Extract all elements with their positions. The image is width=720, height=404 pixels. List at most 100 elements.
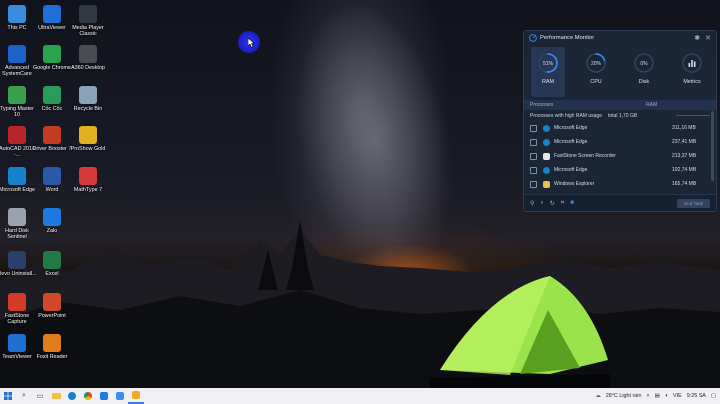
faststone-taskbar-icon[interactable] (128, 388, 144, 404)
desktop-icon-label: Cốc Cốc (41, 106, 63, 112)
desktop-icon-label: UltraViewer (38, 25, 66, 31)
revo-icon (8, 251, 26, 269)
metrics-bars-icon (682, 53, 702, 73)
pm-header: Performance Monitor ✱ ✕ (524, 31, 716, 44)
proshow-icon (79, 126, 97, 144)
chrome-taskbar-icon[interactable] (80, 388, 96, 404)
performance-monitor-window[interactable]: Performance Monitor ✱ ✕ 51% RAM 20% CPU (523, 30, 717, 212)
language-indicator[interactable]: VIE (673, 393, 682, 399)
disk-gauge: 0% (634, 53, 654, 73)
camera-icon[interactable]: ■ (570, 200, 574, 206)
performance-monitor-taskbar-icon[interactable] (112, 388, 128, 404)
ultraviewer-icon (43, 5, 61, 23)
driver-booster-icon (43, 126, 61, 144)
desktop-icon-label: PowerPoint (38, 313, 66, 319)
process-checkbox[interactable] (530, 180, 537, 188)
desktop-icon-coccoc[interactable]: Cốc Cốc (32, 86, 72, 112)
desktop-icon-zalo[interactable]: Zalo (32, 208, 72, 234)
desktop-icon-mathtype[interactable]: MathType 7 (68, 167, 108, 193)
process-checkbox[interactable] (530, 124, 537, 132)
notification-icon[interactable]: ▢ (711, 393, 716, 399)
process-row[interactable]: Microsoft Edge 311,16 MB (524, 121, 716, 135)
powerpoint-icon (43, 293, 61, 311)
cpu-value: 20% (591, 61, 602, 67)
ram-column[interactable]: RAM (646, 102, 710, 108)
desktop-icon-word[interactable]: Word (32, 167, 72, 193)
desktop-icon-label: Media Player Classic (72, 25, 104, 38)
desktop-icon-proshow[interactable]: ProShow Gold (68, 126, 108, 152)
desktop-icon-foxit[interactable]: Foxit Reader (32, 334, 72, 360)
close-icon[interactable]: ✕ (705, 34, 711, 42)
tab-metrics[interactable]: Metrics (675, 47, 709, 97)
usage-line (676, 115, 710, 116)
folder-icon (543, 180, 550, 188)
excel-icon (43, 251, 61, 269)
tab-cpu-label: CPU (590, 79, 602, 85)
file-explorer-icon[interactable] (48, 388, 64, 404)
tab-ram-label: RAM (542, 79, 554, 85)
desktop-icon-media-player[interactable]: Media Player Classic (68, 5, 108, 38)
edge-icon (543, 138, 550, 146)
ram-gauge: 51% (538, 53, 558, 73)
clock[interactable]: 9:25 SA (687, 393, 706, 399)
subheader-label: Processes with high RAM usage (530, 112, 602, 119)
process-name: Microsoft Edge (554, 139, 588, 145)
faststone-recorder-icon (543, 152, 550, 160)
pm-footer: ⚲ ⌕ ↻ ⌗ ■ End Task (524, 194, 716, 211)
process-checkbox[interactable] (530, 138, 537, 146)
tab-ram[interactable]: 51% RAM (531, 47, 565, 97)
recycle-bin-icon (79, 86, 97, 104)
process-checkbox[interactable] (530, 152, 537, 160)
start-button[interactable] (0, 388, 16, 404)
processes-column[interactable]: Processes (530, 102, 646, 108)
pin-icon[interactable]: ⚲ (530, 200, 534, 207)
task-view-icon[interactable]: ▭ (32, 388, 48, 404)
search-taskbar-icon[interactable]: ⌕ (16, 388, 32, 404)
process-row[interactable]: Windows Explorer 165,74 MB (524, 177, 716, 191)
process-list: Microsoft Edge 311,16 MB Microsoft Edge 237… (524, 121, 716, 191)
desktop-icon-excel[interactable]: Excel (32, 251, 72, 277)
process-checkbox[interactable] (530, 166, 537, 174)
mathtype-icon (79, 167, 97, 185)
desktop-icon-powerpoint[interactable]: PowerPoint (32, 293, 72, 319)
chevron-up-icon[interactable]: ˄ (647, 393, 650, 399)
desktop-icon-ultraviewer[interactable]: UltraViewer (32, 5, 72, 31)
desktop-icon-driver-booster[interactable]: Driver Booster 7 (32, 126, 72, 152)
edge-icon (543, 124, 550, 132)
refresh-icon[interactable]: ↻ (550, 200, 555, 207)
volume-icon[interactable]: ◖ (665, 393, 668, 399)
tab-disk[interactable]: 0% Disk (627, 47, 661, 97)
desktop-icon-a360[interactable]: A360 Desktop (68, 45, 108, 71)
windows-logo-icon (4, 392, 12, 400)
edge-taskbar-icon[interactable] (64, 388, 80, 404)
desktop-icon-label: Google Chrome (32, 65, 72, 71)
process-ram: 213,37 MB (672, 153, 697, 159)
process-name: FastStone Screen Recorder (554, 153, 616, 159)
autocad-icon (8, 126, 26, 144)
search-icon[interactable]: ⌕ (540, 200, 543, 207)
process-row[interactable]: FastStone Screen Recorder 213,37 MB (524, 149, 716, 163)
settings-gear-icon[interactable]: ✱ (694, 34, 700, 42)
tent-illustration (430, 276, 610, 388)
network-icon[interactable]: ▤ (655, 393, 660, 399)
tab-metrics-label: Metrics (683, 79, 701, 85)
desktop-icon-label: MathType 7 (73, 187, 103, 193)
desktop-icon-chrome[interactable]: Google Chrome (32, 45, 72, 71)
end-task-button[interactable]: End Task (677, 198, 710, 208)
foxit-icon (43, 334, 61, 352)
weather-text[interactable]: 28°C Light rain (606, 393, 642, 399)
crop-icon[interactable]: ⌗ (561, 200, 564, 207)
tab-cpu[interactable]: 20% CPU (579, 47, 613, 97)
scrollbar[interactable] (711, 111, 714, 181)
desktop-icon-recycle-bin[interactable]: Recycle Bin (68, 86, 108, 112)
desktop-icon-label: Word (45, 187, 59, 193)
process-ram: 165,74 MB (672, 181, 697, 187)
process-name: Microsoft Edge (554, 167, 588, 173)
process-row[interactable]: Microsoft Edge 192,74 MB (524, 163, 716, 177)
zalo-icon (43, 208, 61, 226)
desktop-icon-label: Driver Booster 7 (32, 146, 72, 152)
process-row[interactable]: Microsoft Edge 237,41 MB (524, 135, 716, 149)
zalo-taskbar-icon[interactable] (96, 388, 112, 404)
cpu-gauge: 20% (586, 53, 606, 73)
performance-monitor-icon (529, 33, 537, 42)
